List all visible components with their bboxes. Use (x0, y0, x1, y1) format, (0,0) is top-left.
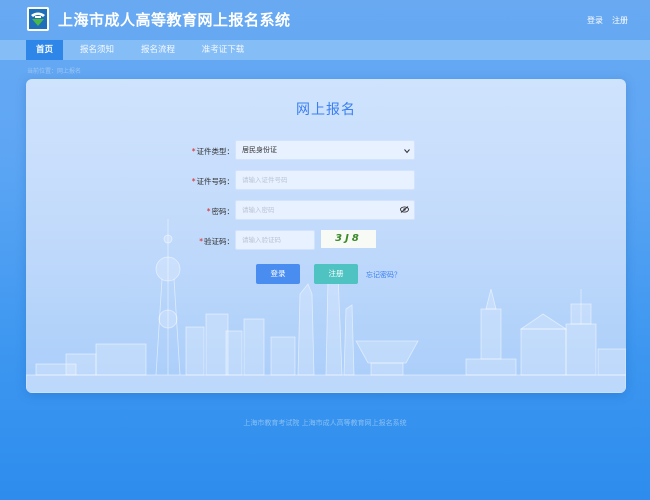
form-title: 网上报名 (296, 102, 356, 118)
password-placeholder: 请输入密码 (242, 206, 275, 214)
header: 上海市成人高等教育网上报名系统 登录 注册 (0, 0, 650, 40)
register-button[interactable]: 注册 (314, 264, 358, 284)
required-star: * (191, 177, 196, 186)
captcha-image[interactable]: 3J8 (321, 230, 376, 248)
login-button[interactable]: 登录 (256, 264, 300, 284)
chevron-down-icon (404, 149, 410, 154)
registration-panel: 网上报名 *证件类型： 居民身份证 *证件号码： 请输入证件号码 *密码： 请输… (26, 79, 626, 393)
eye-icon[interactable] (400, 206, 409, 213)
nav-item-admission-ticket-download[interactable]: 准考证下载 (195, 40, 251, 60)
captcha-code: 3J8 (335, 233, 362, 244)
site-title: 上海市成人高等教育网上报名系统 (58, 11, 291, 29)
captcha-input[interactable]: 请输入验证码 (235, 230, 315, 250)
nav-item-registration-process[interactable]: 报名流程 (133, 40, 183, 60)
id-type-select[interactable]: 居民身份证 (235, 140, 415, 160)
shanghai-education-logo-icon (27, 7, 49, 31)
forgot-password-link[interactable]: 忘记密码？ (366, 270, 401, 280)
required-star: * (191, 147, 196, 156)
password-input[interactable]: 请输入密码 (235, 200, 415, 220)
password-label: *密码： (206, 207, 234, 216)
id-type-selected-value: 居民身份证 (242, 146, 277, 154)
nav-item-home[interactable]: 首页 (26, 40, 63, 60)
nav-item-registration-notice[interactable]: 报名须知 (72, 40, 122, 60)
footer-text: 上海市教育考试院 上海市成人高等教育网上报名系统 (243, 419, 407, 427)
captcha-label: *验证码： (199, 237, 234, 246)
id-type-label: *证件类型： (191, 147, 234, 156)
header-register-link[interactable]: 注册 (612, 15, 628, 26)
id-number-input[interactable]: 请输入证件号码 (235, 170, 415, 190)
required-star: * (206, 207, 211, 216)
header-login-link[interactable]: 登录 (587, 15, 603, 26)
main-nav: 首页 报名须知 报名流程 准考证下载 (0, 40, 650, 60)
id-number-label: *证件号码： (191, 177, 234, 186)
breadcrumb: 当前位置：网上报名 (27, 68, 82, 75)
required-star: * (199, 237, 203, 246)
